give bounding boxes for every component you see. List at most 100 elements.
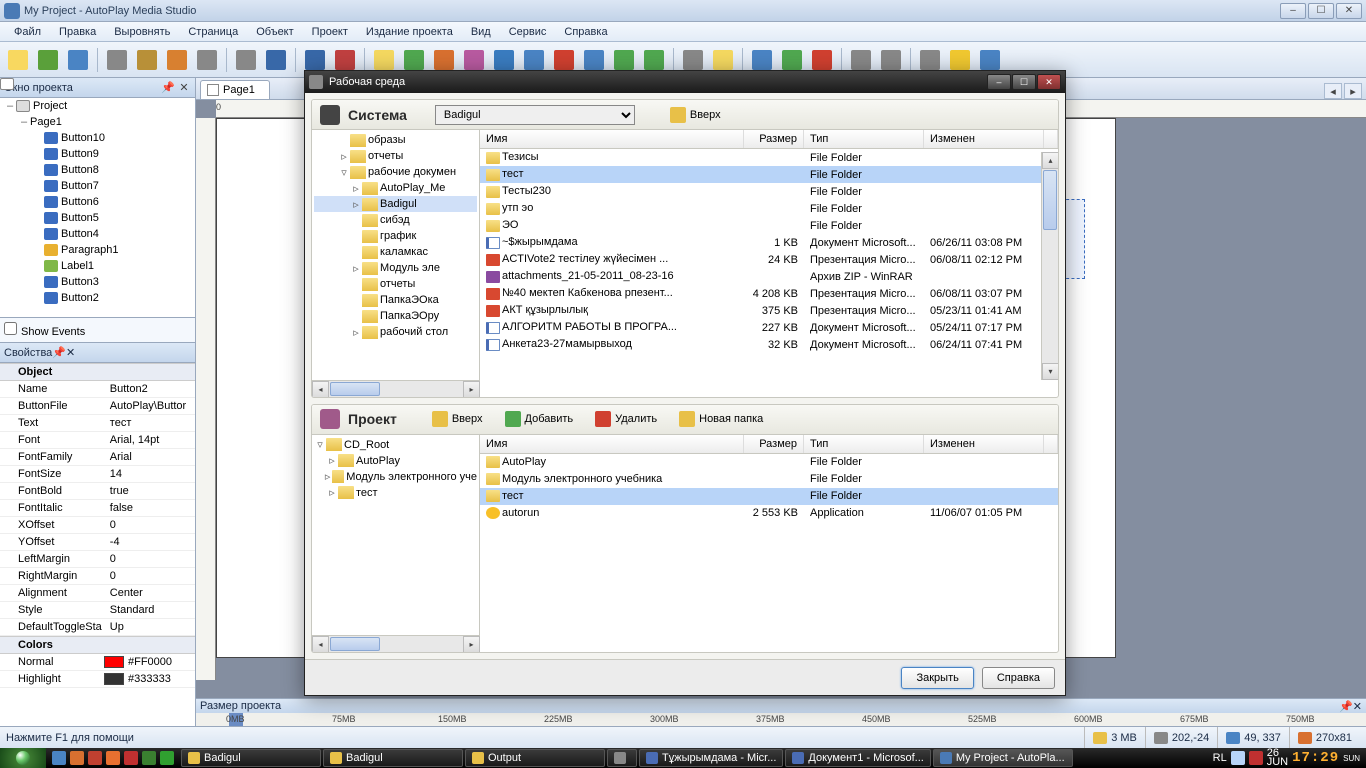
property-row[interactable]: NameButton2 [0,381,195,398]
tree-node[interactable]: Button4 [0,226,195,242]
property-row[interactable]: YOffset-4 [0,534,195,551]
taskbar-item[interactable]: Output [465,749,605,767]
folder-tree-node[interactable]: ▹рабочий стол [314,324,477,340]
tree-node[interactable]: Button3 [0,274,195,290]
file-row[interactable]: тестFile Folder [480,488,1058,505]
dialog-titlebar[interactable]: Рабочая среда – ☐ ✕ [305,71,1065,93]
toolbar-button-3[interactable] [103,46,131,74]
quicklaunch-icon[interactable] [70,751,84,765]
prop-category-object[interactable]: Object [0,363,195,381]
folder-tree-node[interactable]: отчеты [314,276,477,292]
property-row[interactable]: Highlight#333333 [0,671,195,688]
minimize-button[interactable]: – [1280,3,1306,19]
tree-node[interactable]: Button7 [0,178,195,194]
property-row[interactable]: FontSize14 [0,466,195,483]
system-path-dropdown[interactable]: Badigul [435,105,635,125]
file-row[interactable]: ACTIVote2 тестілеу жүйесімен ...24 KBПре… [480,251,1058,268]
hscrollbar[interactable]: ◂▸ [312,635,480,652]
tray-clock[interactable]: 17:29 [1292,750,1339,766]
close-panel-icon[interactable]: ✕ [177,81,191,95]
folder-tree-node[interactable]: образы [314,132,477,148]
tree-node[interactable]: Button10 [0,130,195,146]
file-row[interactable]: autorun2 553 KBApplication11/06/07 01:05… [480,505,1058,522]
project-up-button[interactable]: Вверх [425,408,490,430]
menu-объект[interactable]: Объект [248,24,301,40]
taskbar-item[interactable] [607,749,637,767]
system-file-list[interactable]: Имя Размер Тип Изменен ТезисыFile Folder… [480,130,1058,380]
folder-tree-node[interactable]: ПапкаЭОру [314,308,477,324]
col-modified[interactable]: Изменен [924,435,1044,453]
folder-tree-node[interactable]: ▹отчеты [314,148,477,164]
tray-icon[interactable] [1231,751,1245,765]
tree-node[interactable]: Button9 [0,146,195,162]
folder-tree-node[interactable]: сибэд [314,212,477,228]
folder-tree-node[interactable]: ▹Badigul [314,196,477,212]
col-name[interactable]: Имя [480,435,744,453]
toolbar-button-5[interactable] [163,46,191,74]
col-size[interactable]: Размер [744,435,804,453]
close-panel-icon[interactable]: ✕ [66,346,75,359]
file-row[interactable]: АЛГОРИТМ РАБОТЫ В ПРОГРА...227 KBДокумен… [480,319,1058,336]
file-row[interactable]: ТезисыFile Folder [480,149,1058,166]
file-row[interactable]: Анкета23-27мамырвыход32 KBДокумент Micro… [480,336,1058,353]
dialog-close-btn[interactable]: Закрыть [901,667,973,689]
menu-выровнять[interactable]: Выровнять [106,24,178,40]
property-row[interactable]: DefaultToggleStaUp [0,619,195,636]
folder-tree-node[interactable]: ▹AutoPlay_Me [314,180,477,196]
start-button[interactable] [0,748,46,768]
menu-правка[interactable]: Правка [51,24,104,40]
file-row[interactable]: АКТ құзырлылық375 KBПрезентация Micro...… [480,302,1058,319]
col-type[interactable]: Тип [804,435,924,453]
file-row[interactable]: AutoPlayFile Folder [480,454,1058,471]
property-row[interactable]: XOffset0 [0,517,195,534]
tree-node[interactable]: Button2 [0,290,195,306]
folder-tree-node[interactable]: ▹AutoPlay [314,453,477,469]
prop-category-colors[interactable]: Colors [0,636,195,654]
property-row[interactable]: FontFamilyArial [0,449,195,466]
tree-node[interactable]: –Page1 [0,114,195,130]
hscrollbar[interactable]: ◂▸ [312,380,480,397]
close-panel-icon[interactable]: ✕ [1353,700,1362,713]
project-delete-button[interactable]: Удалить [588,408,664,430]
taskbar-item[interactable]: Документ1 - Microsof... [785,749,930,767]
menu-файл[interactable]: Файл [6,24,49,40]
folder-tree-node[interactable]: ▹Модуль эле [314,260,477,276]
properties-grid[interactable]: Object NameButton2ButtonFileAutoPlay\But… [0,363,195,726]
taskbar-item[interactable]: Badigul [181,749,321,767]
system-up-button[interactable]: Вверх [663,104,728,126]
project-tree[interactable]: –Project–Page1Button10Button9Button8Butt… [0,98,195,318]
col-size[interactable]: Размер [744,130,804,148]
property-row[interactable]: StyleStandard [0,602,195,619]
menu-сервис[interactable]: Сервис [501,24,555,40]
close-button[interactable]: ✕ [1336,3,1362,19]
menu-справка[interactable]: Справка [556,24,615,40]
folder-tree-node[interactable]: ▿рабочие докумен [314,164,477,180]
pin-icon[interactable]: 📌 [52,346,66,359]
tree-node[interactable]: Button8 [0,162,195,178]
folder-tree-node[interactable]: каламкас [314,244,477,260]
tree-node[interactable]: Label1 [0,258,195,274]
property-row[interactable]: FontItalicfalse [0,500,195,517]
file-row[interactable]: №40 мектеп Кабкенова рпезент...4 208 KBП… [480,285,1058,302]
property-row[interactable]: ButtonFileAutoPlay\Buttor [0,398,195,415]
property-row[interactable]: FontBoldtrue [0,483,195,500]
tab-next-button[interactable]: ▸ [1344,83,1362,99]
menu-вид[interactable]: Вид [463,24,499,40]
taskbar-item[interactable]: Тұжырымдама - Micr... [639,749,783,767]
maximize-button[interactable]: ☐ [1308,3,1334,19]
tree-node[interactable]: Button6 [0,194,195,210]
property-row[interactable]: LeftMargin0 [0,551,195,568]
folder-tree-node[interactable]: ▹Модуль электронного уче [314,469,477,485]
tray-avira-icon[interactable] [1249,751,1263,765]
pin-icon[interactable]: 📌 [161,81,175,95]
folder-tree-node[interactable]: ПапкаЭОка [314,292,477,308]
property-row[interactable]: AlignmentCenter [0,585,195,602]
vscrollbar[interactable]: ▴▾ [1041,152,1058,380]
tree-node[interactable]: Button5 [0,210,195,226]
project-newfolder-button[interactable]: Новая папка [672,408,770,430]
quicklaunch-icon[interactable] [52,751,66,765]
system-folder-tree[interactable]: образы▹отчеты▿рабочие докумен▹AutoPlay_M… [312,130,480,380]
property-row[interactable]: FontArial, 14pt [0,432,195,449]
project-file-list[interactable]: Имя Размер Тип Изменен AutoPlayFile Fold… [480,435,1058,635]
toolbar-button-6[interactable] [193,46,221,74]
